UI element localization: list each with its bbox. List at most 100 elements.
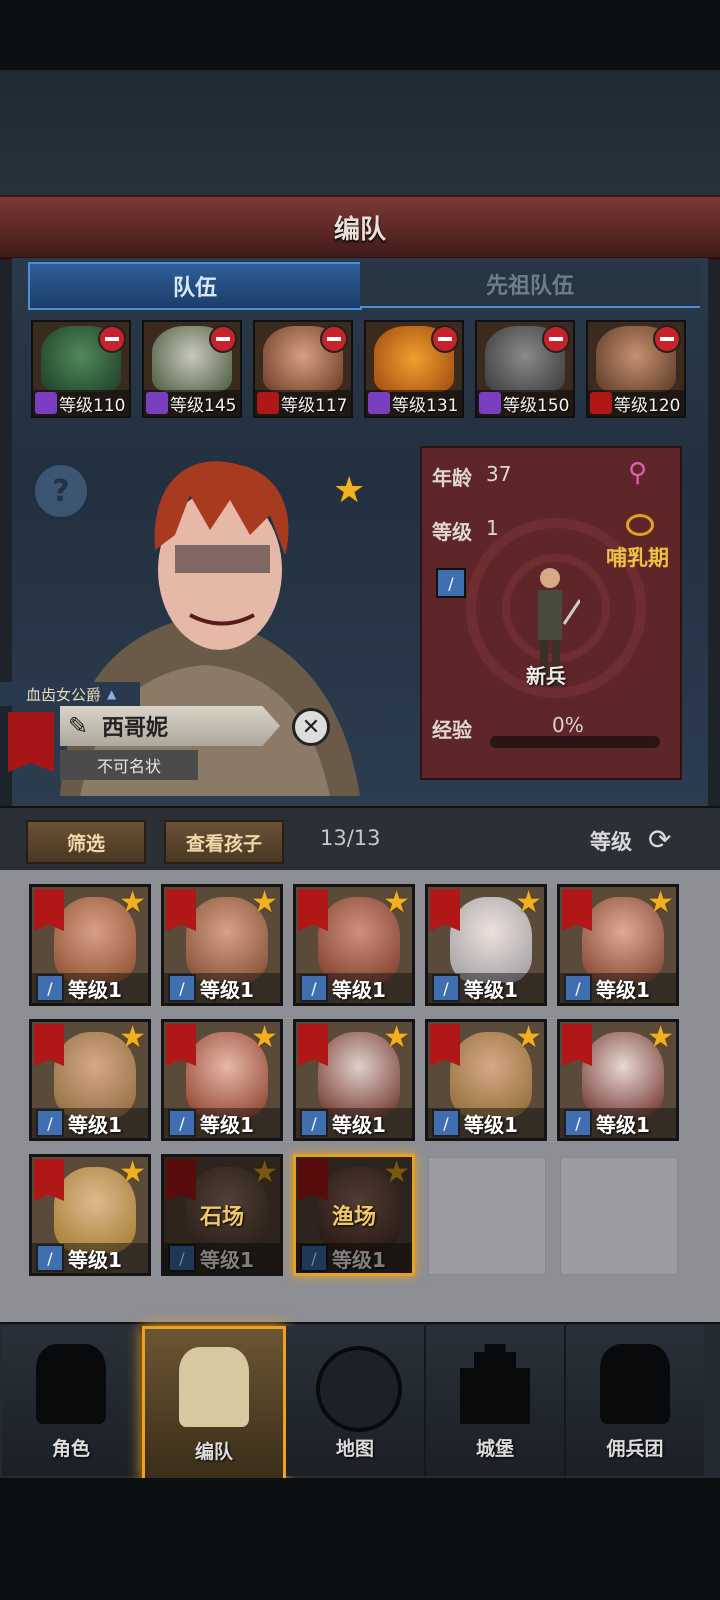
sword-icon: /	[300, 1109, 328, 1137]
card-level: 等级1	[200, 1112, 254, 1137]
roster-card[interactable]: ★ /等级1 渔场	[293, 1154, 415, 1276]
card-level: 等级1	[596, 977, 650, 1002]
roster-card[interactable]: ★ / 等级1	[29, 1019, 151, 1141]
title-banner: 编队	[0, 195, 720, 260]
refresh-icon[interactable]: ⟳	[648, 823, 671, 856]
faction-banner-icon	[34, 1159, 64, 1201]
roster-card[interactable]: ★ / 等级1	[29, 1154, 151, 1276]
knight-icon	[36, 1344, 106, 1424]
nav-mercenary[interactable]: 佣兵团	[566, 1326, 704, 1476]
sword-icon: /	[36, 974, 64, 1002]
team-slot[interactable]: 等级150	[475, 320, 575, 418]
star-icon: ★	[251, 1020, 278, 1055]
favorite-star-icon[interactable]: ★	[333, 470, 365, 511]
horse-icon	[590, 392, 612, 414]
nav-castle[interactable]: 城堡	[426, 1326, 566, 1476]
roster-card[interactable]: ★ / 等级1	[161, 884, 283, 1006]
nav-role[interactable]: 角色	[2, 1326, 142, 1476]
remove-icon[interactable]	[320, 325, 348, 353]
hero-name-plate[interactable]: ✎ 西哥妮	[60, 706, 280, 746]
faction-banner-icon	[430, 1024, 460, 1066]
slot-level: 等级150	[503, 395, 570, 416]
help-button[interactable]: ?	[32, 462, 90, 520]
female-icon: ⚲	[628, 458, 648, 488]
staff-icon	[146, 392, 168, 414]
remove-icon[interactable]	[653, 325, 681, 353]
age-label: 年龄	[432, 466, 472, 490]
sword-icon: /	[168, 974, 196, 1002]
card-level: 等级1	[332, 977, 386, 1002]
nav-label: 编队	[194, 1441, 233, 1463]
card-level: 等级1	[200, 977, 254, 1002]
remove-icon[interactable]	[431, 325, 459, 353]
roster-card[interactable]: ★ /等级1 石场	[161, 1154, 283, 1276]
tab-ancestor-team[interactable]: 先祖队伍	[360, 262, 700, 308]
team-slot[interactable]: 等级120	[586, 320, 686, 418]
view-children-button[interactable]: 查看孩子	[164, 820, 284, 864]
job-label: 渔场	[331, 1205, 376, 1230]
sword-icon: /	[300, 974, 328, 1002]
star-icon: ★	[383, 885, 410, 920]
card-level: 等级1	[68, 977, 122, 1002]
nav-label: 角色	[51, 1438, 90, 1460]
faction-banner-icon	[34, 1024, 64, 1066]
staff-icon	[368, 392, 390, 414]
staff-icon	[479, 392, 501, 414]
sort-button[interactable]: 等级	[590, 826, 632, 856]
remove-icon[interactable]	[98, 325, 126, 353]
helmet-icon	[179, 1347, 249, 1427]
mercenary-icon	[600, 1344, 670, 1424]
navigation-bar	[0, 1478, 720, 1600]
rank-label: 新兵	[526, 664, 566, 688]
nav-label: 城堡	[475, 1438, 514, 1460]
card-level: 等级1	[596, 1112, 650, 1137]
sword-icon: /	[564, 974, 592, 1002]
slot-level: 等级131	[392, 395, 459, 416]
nav-map[interactable]: 地图	[286, 1326, 426, 1476]
roster-card[interactable]: ★ / 等级1	[293, 1019, 415, 1141]
faction-banner-icon	[298, 1024, 328, 1066]
card-level: 等级1	[464, 1112, 518, 1137]
roster-card[interactable]: ★ / 等级1	[425, 1019, 547, 1141]
page-title: 编队	[333, 214, 386, 245]
hero-epithet: 不可名状	[60, 750, 198, 780]
rename-pen-icon[interactable]: ✎	[68, 712, 88, 740]
hero-name: 西哥妮	[102, 716, 169, 741]
trait-label[interactable]: 哺乳期	[606, 542, 669, 572]
exp-label: 经验	[432, 718, 472, 742]
sword-icon: /	[564, 1109, 592, 1137]
team-slot[interactable]: 等级110	[31, 320, 131, 418]
roster-card[interactable]: ★ / 等级1	[557, 884, 679, 1006]
team-slot[interactable]: 等级117	[253, 320, 353, 418]
roster-card[interactable]: ★ / 等级1	[161, 1019, 283, 1141]
roster-card[interactable]: ★ / 等级1	[557, 1019, 679, 1141]
tab-team[interactable]: 队伍	[28, 262, 362, 310]
nav-formation[interactable]: 编队	[142, 1326, 286, 1482]
level-label: 等级	[432, 520, 472, 544]
faction-banner-icon	[34, 889, 64, 931]
team-slot[interactable]: 等级145	[142, 320, 242, 418]
level-value: 1	[486, 516, 499, 540]
remove-icon[interactable]	[209, 325, 237, 353]
team-slot[interactable]: 等级131	[364, 320, 464, 418]
faction-banner-icon	[562, 889, 592, 931]
dismiss-hero-button[interactable]: ✕	[292, 708, 330, 746]
star-icon: ★	[515, 1020, 542, 1055]
roster-card[interactable]: ★ / 等级1	[29, 884, 151, 1006]
sword-icon: /	[436, 568, 466, 598]
roster-card[interactable]: ★ / 等级1	[293, 884, 415, 1006]
faction-banner-icon	[166, 1024, 196, 1066]
faction-banner-icon	[166, 889, 196, 931]
card-level: 等级1	[68, 1247, 122, 1272]
star-icon: ★	[119, 1020, 146, 1055]
sword-icon: /	[432, 974, 460, 1002]
roster-card[interactable]: ★ / 等级1	[425, 884, 547, 1006]
star-icon: ★	[251, 885, 278, 920]
star-icon: ★	[515, 885, 542, 920]
remove-icon[interactable]	[542, 325, 570, 353]
sword-icon: /	[168, 1109, 196, 1137]
star-icon: ★	[647, 885, 674, 920]
exp-value: 0%	[552, 713, 584, 737]
nav-label: 地图	[335, 1438, 374, 1460]
filter-button[interactable]: 筛选	[26, 820, 146, 864]
